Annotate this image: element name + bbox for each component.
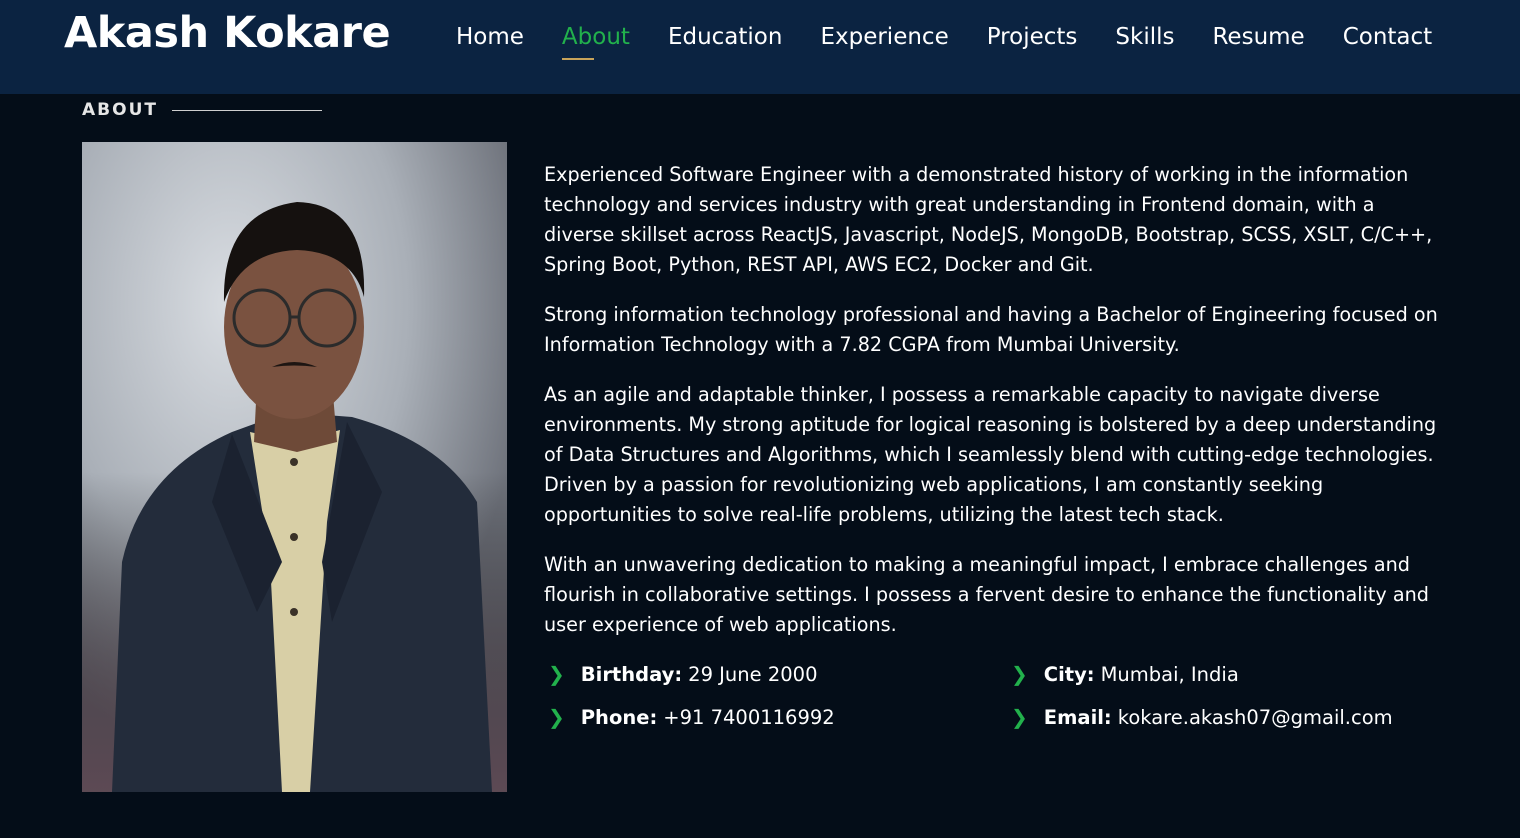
main-nav: Home About Education Experience Projects… <box>456 20 1470 60</box>
chevron-right-icon: ❯ <box>1011 662 1028 686</box>
email-item: ❯ Email: kokare.akash07@gmail.com <box>1011 705 1393 729</box>
nav-skills[interactable]: Skills <box>1115 20 1174 54</box>
nav-home[interactable]: Home <box>456 20 524 54</box>
nav-education[interactable]: Education <box>668 20 783 54</box>
section-title-divider <box>171 109 322 111</box>
section-title-text: ABOUT <box>82 100 158 120</box>
city-item: ❯ City: Mumbai, India <box>1011 662 1239 686</box>
birthday-item: ❯ Birthday: 29 June 2000 <box>548 662 817 686</box>
phone-item: ❯ Phone: +91 7400116992 <box>548 705 835 729</box>
about-content: Experienced Software Engineer with a dem… <box>544 160 1444 660</box>
phone-label: Phone: <box>580 705 658 729</box>
brand-logo[interactable]: Akash Kokare <box>64 8 391 58</box>
birthday-label: Birthday: <box>580 662 683 686</box>
chevron-right-icon: ❯ <box>548 705 565 729</box>
nav-experience[interactable]: Experience <box>820 20 948 54</box>
profile-photo-illustration <box>82 142 507 792</box>
chevron-right-icon: ❯ <box>1011 705 1028 729</box>
phone-value: +91 7400116992 <box>663 705 835 729</box>
email-label: Email: <box>1043 705 1112 729</box>
about-paragraph: Strong information technology profession… <box>544 303 1438 356</box>
nav-contact[interactable]: Contact <box>1343 20 1432 54</box>
nav-projects[interactable]: Projects <box>987 20 1078 54</box>
section-title: ABOUT <box>82 100 322 120</box>
about-paragraph: With an unwavering dedication to making … <box>544 553 1429 636</box>
about-paragraph: As an agile and adaptable thinker, I pos… <box>544 383 1437 526</box>
birthday-value: 29 June 2000 <box>688 662 818 686</box>
site-header: Akash Kokare Home About Education Experi… <box>0 0 1520 94</box>
city-label: City: <box>1043 662 1095 686</box>
nav-resume[interactable]: Resume <box>1212 20 1304 54</box>
about-paragraph: Experienced Software Engineer with a dem… <box>544 163 1433 276</box>
email-value: kokare.akash07@gmail.com <box>1117 705 1393 729</box>
nav-about[interactable]: About <box>561 20 630 60</box>
city-value: Mumbai, India <box>1100 662 1239 686</box>
chevron-right-icon: ❯ <box>548 662 565 686</box>
profile-photo <box>82 142 507 792</box>
